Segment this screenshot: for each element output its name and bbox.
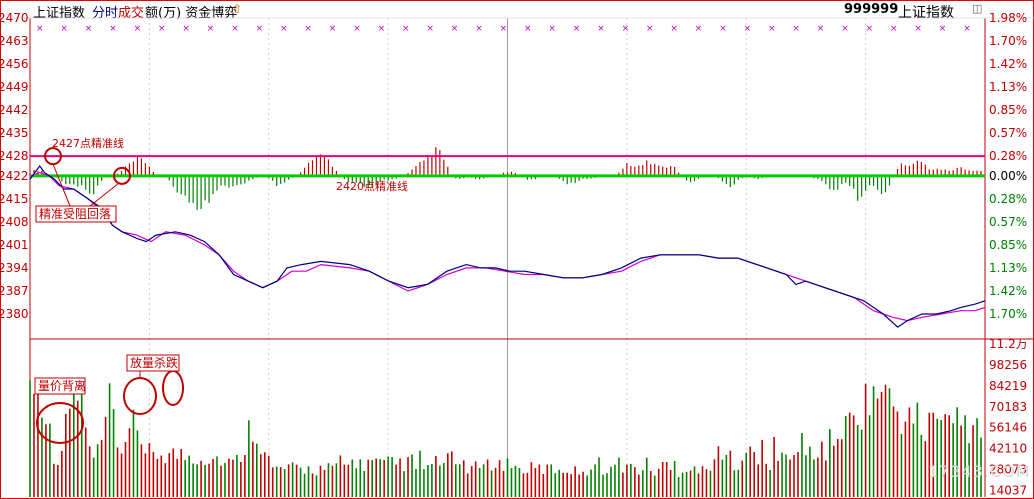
marker-x: × (280, 24, 288, 34)
y-left-tick-label: 2408 (0, 215, 29, 229)
y-left-tick-label: 2428 (0, 149, 29, 163)
highlight-ellipse (123, 377, 157, 415)
y-right-tick-label: 1.13% (989, 261, 1027, 275)
highlight-ellipse (36, 402, 84, 444)
marker-x: × (646, 24, 654, 34)
y-left-tick-label: 2387 (0, 284, 29, 298)
annotation-heavy-selling: 放量杀跌 (130, 355, 178, 370)
marker-x: × (329, 24, 337, 34)
y-right-tick-label: 0.28% (989, 192, 1027, 206)
volume-tick-label: 56146 (989, 421, 1027, 435)
marker-x: × (231, 24, 239, 34)
y-right-tick-label: 1.98% (989, 11, 1027, 25)
marker-x: × (475, 24, 483, 34)
marker-x: × (866, 24, 874, 34)
marker-x: × (109, 24, 117, 34)
y-right-tick-label: 0.85% (989, 103, 1027, 117)
y-left-tick-label: 2401 (0, 238, 29, 252)
marker-x: × (451, 24, 459, 34)
marker-x: × (719, 24, 727, 34)
marker-x: × (304, 24, 312, 34)
intraday-chart-svg: × × × × × × × × × × × × × × × × × × × × × × × × × × × × × × × × × × × × × × × 2… (0, 11, 1034, 498)
annotation-rejected: 精准受阻回落 (39, 207, 111, 221)
y-left-tick-label: 2449 (0, 80, 29, 94)
marker-x: × (939, 24, 947, 34)
marker-x: × (426, 24, 434, 34)
marker-x: × (914, 24, 922, 34)
marker-x: × (353, 24, 361, 34)
y-right-tick-label: 0.57% (989, 215, 1027, 229)
y-right-tick-label: 1.42% (989, 57, 1027, 71)
volume-tick-label: 98256 (989, 358, 1027, 372)
annotation-2420-line: 2420点精准线 (336, 179, 408, 193)
y-left-tick-label: 2442 (0, 103, 29, 117)
y-left-tick-label: 2470 (0, 11, 29, 25)
volume-tick-label: 42110 (989, 442, 1027, 456)
marker-x: × (85, 24, 93, 34)
y-right-tick-label: 1.70% (989, 34, 1027, 48)
marker-x: × (817, 24, 825, 34)
marker-x: × (182, 24, 190, 34)
watermark: 17343.COM (928, 462, 1031, 481)
y-right-tick-label: 1.13% (989, 80, 1027, 94)
annotation-divergence: 量价背离 (38, 378, 86, 393)
annotation-2427-line: 2427点精准线 (52, 136, 124, 150)
marker-x: × (670, 24, 678, 34)
highlight-ellipse (162, 370, 184, 406)
marker-x: × (256, 24, 264, 34)
marker-x: × (402, 24, 410, 34)
marker-x: × (60, 24, 68, 34)
y-left-tick-label: 2456 (0, 57, 29, 71)
marker-x: × (207, 24, 215, 34)
marker-x: × (378, 24, 386, 34)
y-left-tick-label: 2435 (0, 126, 29, 140)
y-right-tick-label: 1.42% (989, 284, 1027, 298)
y-left-tick-label: 2422 (0, 169, 29, 183)
marker-x: × (134, 24, 142, 34)
y-right-tick-label: 0.85% (989, 238, 1027, 252)
marker-x: × (890, 24, 898, 34)
y-left-tick-label: 2463 (0, 34, 29, 48)
marker-x: × (841, 24, 849, 34)
volume-tick-label: 11.2万 (989, 337, 1028, 351)
marker-x: × (695, 24, 703, 34)
y-right-tick-label: 0.28% (989, 149, 1027, 163)
marker-x: × (597, 24, 605, 34)
volume-tick-label: 70183 (989, 400, 1027, 414)
callout-pointer (52, 163, 71, 207)
y-left-tick-label: 2415 (0, 192, 29, 206)
marker-x: × (548, 24, 556, 34)
y-right-tick-label: 1.70% (989, 307, 1027, 321)
marker-x: × (963, 24, 971, 34)
marker-x: × (500, 24, 508, 34)
marker-x: × (158, 24, 166, 34)
marker-x: × (524, 24, 532, 34)
marker-x: × (768, 24, 776, 34)
volume-bars (29, 380, 982, 497)
marker-x: × (622, 24, 630, 34)
y-right-tick-label: 0.00% (989, 169, 1027, 183)
y-right-tick-label: 0.57% (989, 126, 1027, 140)
marker-x: × (573, 24, 581, 34)
marker-x: × (744, 24, 752, 34)
volume-tick-label: 14037 (989, 484, 1027, 498)
y-left-tick-label: 2394 (0, 261, 29, 275)
marker-x: × (36, 24, 44, 34)
volume-tick-label: 84219 (989, 379, 1027, 393)
marker-x: × (792, 24, 800, 34)
y-left-tick-label: 2380 (0, 307, 29, 321)
